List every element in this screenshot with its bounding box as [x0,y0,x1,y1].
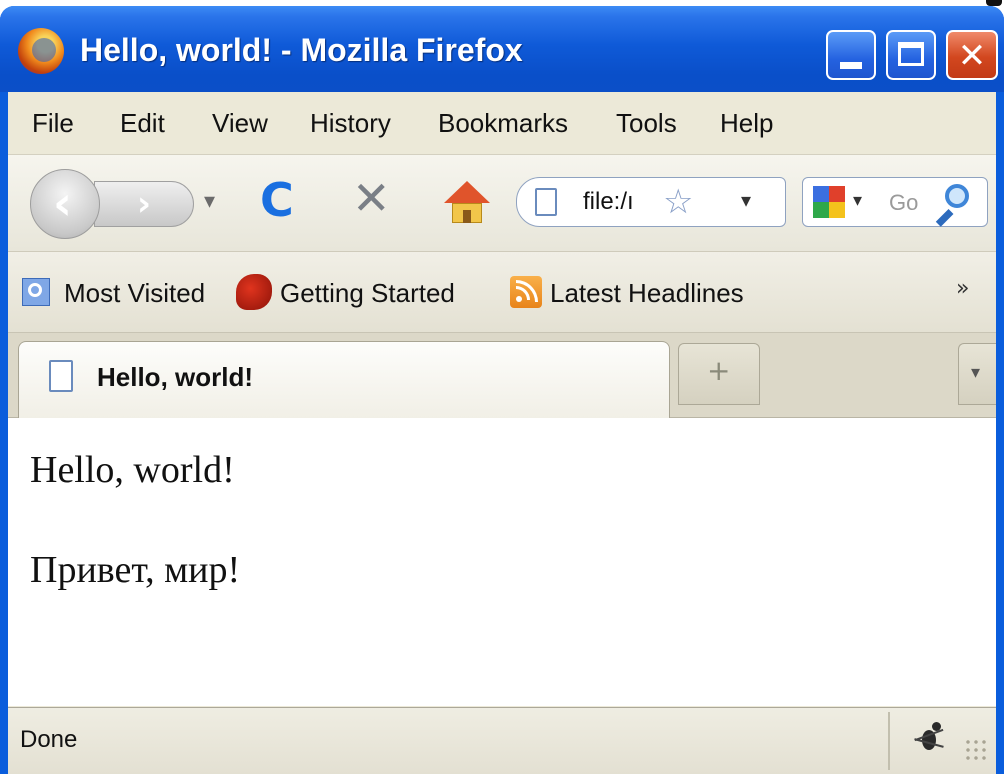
magnifier-icon[interactable] [931,182,973,227]
menu-tools[interactable]: Tools [616,108,677,139]
bookmark-most-visited[interactable]: Most Visited [18,270,228,314]
url-dropdown-icon[interactable]: ▾ [741,188,751,212]
menu-edit[interactable]: Edit [120,108,165,139]
forward-arrow-icon: › [137,184,152,224]
minimize-button[interactable] [826,30,876,80]
menu-help[interactable]: Help [720,108,773,139]
bookmark-label: Most Visited [64,278,206,308]
navigation-toolbar: › ‹ ▾ C ✕ file:/ı ☆ ▾ ▾ Go [8,155,996,252]
reload-icon[interactable]: C [260,173,294,227]
firefox-logo-icon [18,28,64,74]
bookmark-label: Latest Headlines [550,278,744,308]
bookmarks-overflow-chevron-icon[interactable]: » [956,276,969,301]
history-dropdown-icon[interactable]: ▾ [204,189,215,214]
tab-hello-world[interactable]: Hello, world! [18,341,670,419]
url-text[interactable]: file:/ı [583,188,634,216]
status-separator [888,712,890,770]
google-icon[interactable] [813,186,845,218]
menu-file[interactable]: File [32,108,74,139]
back-button[interactable]: ‹ [30,169,100,239]
maximize-icon [898,42,924,66]
search-input[interactable]: Go [889,190,918,216]
rss-arc-2 [516,280,538,302]
bookmark-star-icon[interactable]: ☆ [663,182,693,222]
maximize-button[interactable] [886,30,936,80]
google-yellow-square [829,202,845,218]
bookmarks-toolbar: Most Visited Getting Started Latest Head… [8,252,996,333]
menu-view[interactable]: View [212,108,268,139]
content-line-russian: Привет, мир! [30,549,241,591]
tab-bar: Hello, world! + ▾ [8,333,996,419]
new-tab-button[interactable]: + [678,343,760,405]
new-tab-plus-icon: + [707,354,731,387]
firefox-getting-started-icon [236,274,272,310]
search-bar[interactable]: ▾ Go [802,177,988,227]
bookmark-latest-headlines[interactable]: Latest Headlines [510,270,780,314]
list-all-tabs-button[interactable]: ▾ [958,343,996,405]
google-red-square [829,186,845,202]
most-visited-lens-icon [28,283,42,297]
back-arrow-icon: ‹ [53,176,72,230]
home-icon[interactable] [444,181,490,225]
page-content-area: Hello, world! Привет, мир! [8,418,996,706]
browser-client-area: File Edit View History Bookmarks Tools H… [8,92,996,774]
forward-button[interactable]: › [94,181,194,227]
most-visited-icon [22,278,50,306]
resize-grip-icon[interactable] [964,738,990,764]
bookmark-label: Getting Started [280,278,455,308]
window-title: Hello, world! - Mozilla Firefox [80,32,523,68]
back-forward-group: › ‹ ▾ [22,169,228,239]
list-all-tabs-icon: ▾ [971,362,981,383]
stop-icon[interactable]: ✕ [352,171,391,225]
browser-window: Hello, world! - Mozilla Firefox ✕ File E… [0,6,1004,774]
close-button[interactable]: ✕ [946,30,998,80]
url-bar[interactable]: file:/ı ☆ ▾ [516,177,786,227]
bug-icon[interactable] [912,718,946,756]
home-roof [444,181,490,203]
menu-bookmarks[interactable]: Bookmarks [438,108,568,139]
menu-bar: File Edit View History Bookmarks Tools H… [8,92,996,155]
magnifier-lens [945,184,969,208]
google-green-square [813,202,829,218]
status-bar: Done [8,707,996,774]
site-page-icon [535,188,557,216]
title-bar[interactable]: Hello, world! - Mozilla Firefox ✕ [0,6,1004,92]
close-icon: ✕ [957,36,987,76]
status-text: Done [20,726,78,753]
minimize-icon [840,62,862,69]
google-blue-square [813,186,829,202]
content-line-english: Hello, world! [30,449,235,491]
tab-label: Hello, world! [97,362,253,392]
tab-page-icon [49,360,73,392]
search-engine-dropdown-icon[interactable]: ▾ [853,190,862,211]
magnifier-handle [935,209,954,227]
rss-feed-icon [510,276,542,308]
bookmark-getting-started[interactable]: Getting Started [236,270,500,314]
home-door [463,210,471,223]
menu-history[interactable]: History [310,108,391,139]
